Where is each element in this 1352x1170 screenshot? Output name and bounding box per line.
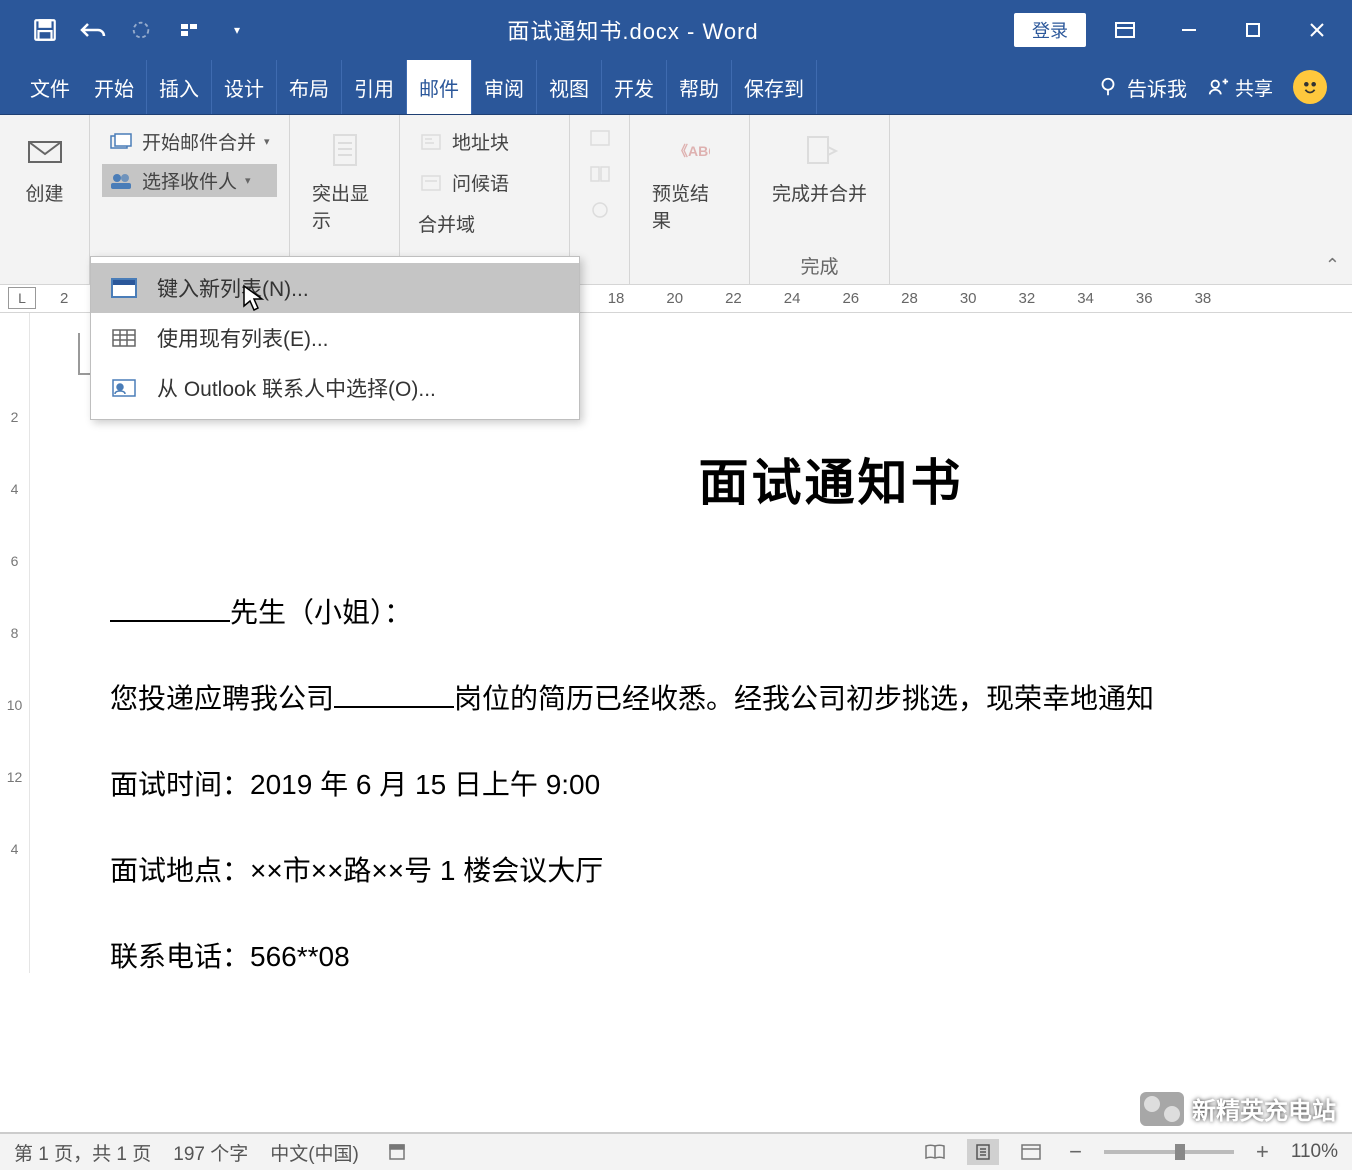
tab-help[interactable]: 帮助 [667, 60, 732, 114]
collapse-ribbon-icon[interactable]: ⌃ [1325, 255, 1340, 276]
window-controls: 登录 [1014, 10, 1342, 50]
tab-insert[interactable]: 插入 [147, 60, 212, 114]
menu-use-existing-list[interactable]: 使用现有列表(E)... [91, 313, 579, 363]
address-icon [418, 129, 444, 155]
blank-position-field [334, 680, 454, 708]
maximize-button[interactable] [1228, 10, 1278, 50]
menu-use-existing-list-label: 使用现有列表(E)... [157, 323, 329, 353]
greeting-line-button: 问候语 [412, 166, 557, 199]
zoom-in-button[interactable]: + [1250, 1139, 1275, 1165]
document-icon [323, 129, 367, 173]
tab-savebd[interactable]: 保存到 [732, 60, 817, 114]
insert-merge-field-button: 合并域 [412, 207, 557, 240]
select-recipients-menu: 键入新列表(N)... 使用现有列表(E)... 从 Outlook 联系人中选… [90, 256, 580, 420]
doc-salutation: 先生（小姐）： [110, 585, 1292, 641]
feedback-smiley-icon[interactable] [1293, 70, 1327, 104]
share-label: 共享 [1235, 74, 1273, 101]
web-layout-icon[interactable] [1015, 1139, 1047, 1165]
finish-merge-label: 完成并合并 [772, 179, 867, 206]
macro-recording-icon[interactable] [381, 1139, 413, 1165]
tab-developer[interactable]: 开发 [602, 60, 667, 114]
print-layout-icon[interactable] [967, 1139, 999, 1165]
menu-outlook-contacts[interactable]: 从 Outlook 联系人中选择(O)... [91, 363, 579, 413]
tab-view[interactable]: 视图 [537, 60, 602, 114]
envelope-icon [23, 129, 67, 173]
tab-mailings[interactable]: 邮件 [407, 60, 472, 114]
close-button[interactable] [1292, 10, 1342, 50]
tab-review[interactable]: 审阅 [472, 60, 537, 114]
zoom-slider[interactable] [1104, 1150, 1234, 1154]
match-fields-icon [587, 161, 613, 187]
tab-file[interactable]: 文件 [18, 60, 82, 114]
undo-icon[interactable] [78, 15, 108, 45]
select-recipients-button[interactable]: 选择收件人 ▾ [102, 164, 277, 197]
tab-references[interactable]: 引用 [342, 60, 407, 114]
watermark-logo-icon [1140, 1092, 1184, 1126]
tell-me-label: 告诉我 [1127, 73, 1187, 102]
watermark: 新精英充电站 [1140, 1091, 1336, 1126]
watermark-text: 新精英充电站 [1192, 1091, 1336, 1126]
finish-group-label: 完成 [800, 252, 838, 279]
tell-me-search[interactable]: 告诉我 [1097, 73, 1187, 102]
doc-heading: 面试通知书 [370, 443, 1292, 515]
minimize-button[interactable] [1164, 10, 1214, 50]
preview-results-label: 预览结果 [652, 179, 727, 233]
blank-name-field [110, 594, 230, 622]
menu-type-new-list[interactable]: 键入新列表(N)... [91, 263, 579, 313]
qat-more-icon[interactable] [174, 15, 204, 45]
title-bar: ▾ 面试通知书.docx - Word 登录 [0, 0, 1352, 60]
doc-body-line1: 您投递应聘我公司岗位的简历已经收悉。经我公司初步挑选，现荣幸地通知 [110, 671, 1292, 727]
doc-location-line: 面试地点：××市××路××号 1 楼会议大厅 [110, 843, 1292, 899]
start-mail-merge-button[interactable]: 开始邮件合并 ▾ [102, 125, 277, 158]
address-block-label: 地址块 [452, 128, 509, 155]
zoom-out-button[interactable]: − [1063, 1139, 1088, 1165]
greeting-icon [418, 170, 444, 196]
create-envelopes-button[interactable]: 创建 [13, 125, 77, 210]
read-mode-icon[interactable] [919, 1139, 951, 1165]
edit-recipient-list-button: 突出显示 [302, 125, 387, 237]
qat-dropdown-icon[interactable]: ▾ [222, 15, 252, 45]
tab-design[interactable]: 设计 [212, 60, 277, 114]
start-mail-merge-label: 开始邮件合并 [142, 128, 256, 155]
page-info[interactable]: 第 1 页，共 1 页 [14, 1139, 151, 1166]
merge-field-label: 合并域 [418, 210, 475, 237]
tab-home[interactable]: 开始 [82, 60, 147, 114]
doc-time-line: 面试时间：2019 年 6 月 15 日上午 9:00 [110, 757, 1292, 813]
highlight-fields-label: 突出显示 [312, 179, 377, 233]
quick-access-toolbar: ▾ [10, 15, 252, 45]
login-button[interactable]: 登录 [1014, 13, 1086, 47]
document-title: 面试通知书.docx - Word [252, 14, 1014, 46]
ribbon-display-icon[interactable] [1100, 10, 1150, 50]
tab-layout[interactable]: 布局 [277, 60, 342, 114]
create-label: 创建 [25, 179, 63, 206]
outlook-contacts-icon [109, 376, 139, 400]
menu-outlook-contacts-label: 从 Outlook 联系人中选择(O)... [157, 373, 436, 403]
save-icon[interactable] [30, 15, 60, 45]
share-button[interactable]: 共享 [1207, 74, 1273, 101]
recipients-icon [108, 168, 134, 194]
preview-icon: 《ABC》 [668, 129, 712, 173]
language-indicator[interactable]: 中文(中国) [270, 1139, 359, 1166]
menu-type-new-list-label: 键入新列表(N)... [157, 273, 309, 303]
finish-merge-button: 完成并合并 [762, 125, 877, 210]
svg-text:《ABC》: 《ABC》 [674, 143, 710, 159]
new-list-icon [109, 276, 139, 300]
word-count[interactable]: 197 个字 [173, 1139, 248, 1166]
tab-selector[interactable]: L [8, 287, 36, 309]
mail-merge-icon [108, 129, 134, 155]
redo-icon[interactable] [126, 15, 156, 45]
select-recipients-label: 选择收件人 [142, 167, 237, 194]
rules-icon [587, 125, 613, 151]
ribbon-tabs: 文件 开始 插入 设计 布局 引用 邮件 审阅 视图 开发 帮助 保存到 告诉我… [0, 60, 1352, 115]
vertical-ruler[interactable]: 2 4 6 8 10 12 4 [0, 313, 30, 973]
existing-list-icon [109, 326, 139, 350]
preview-results-button: 《ABC》 预览结果 [642, 125, 737, 237]
greeting-line-label: 问候语 [452, 169, 509, 196]
status-bar: 第 1 页，共 1 页 197 个字 中文(中国) − + 110% [0, 1132, 1352, 1170]
address-block-button: 地址块 [412, 125, 557, 158]
zoom-level[interactable]: 110% [1291, 1141, 1338, 1163]
update-labels-icon [587, 197, 613, 223]
doc-phone-line: 联系电话：566**08 [110, 929, 1292, 985]
finish-icon [798, 129, 842, 173]
